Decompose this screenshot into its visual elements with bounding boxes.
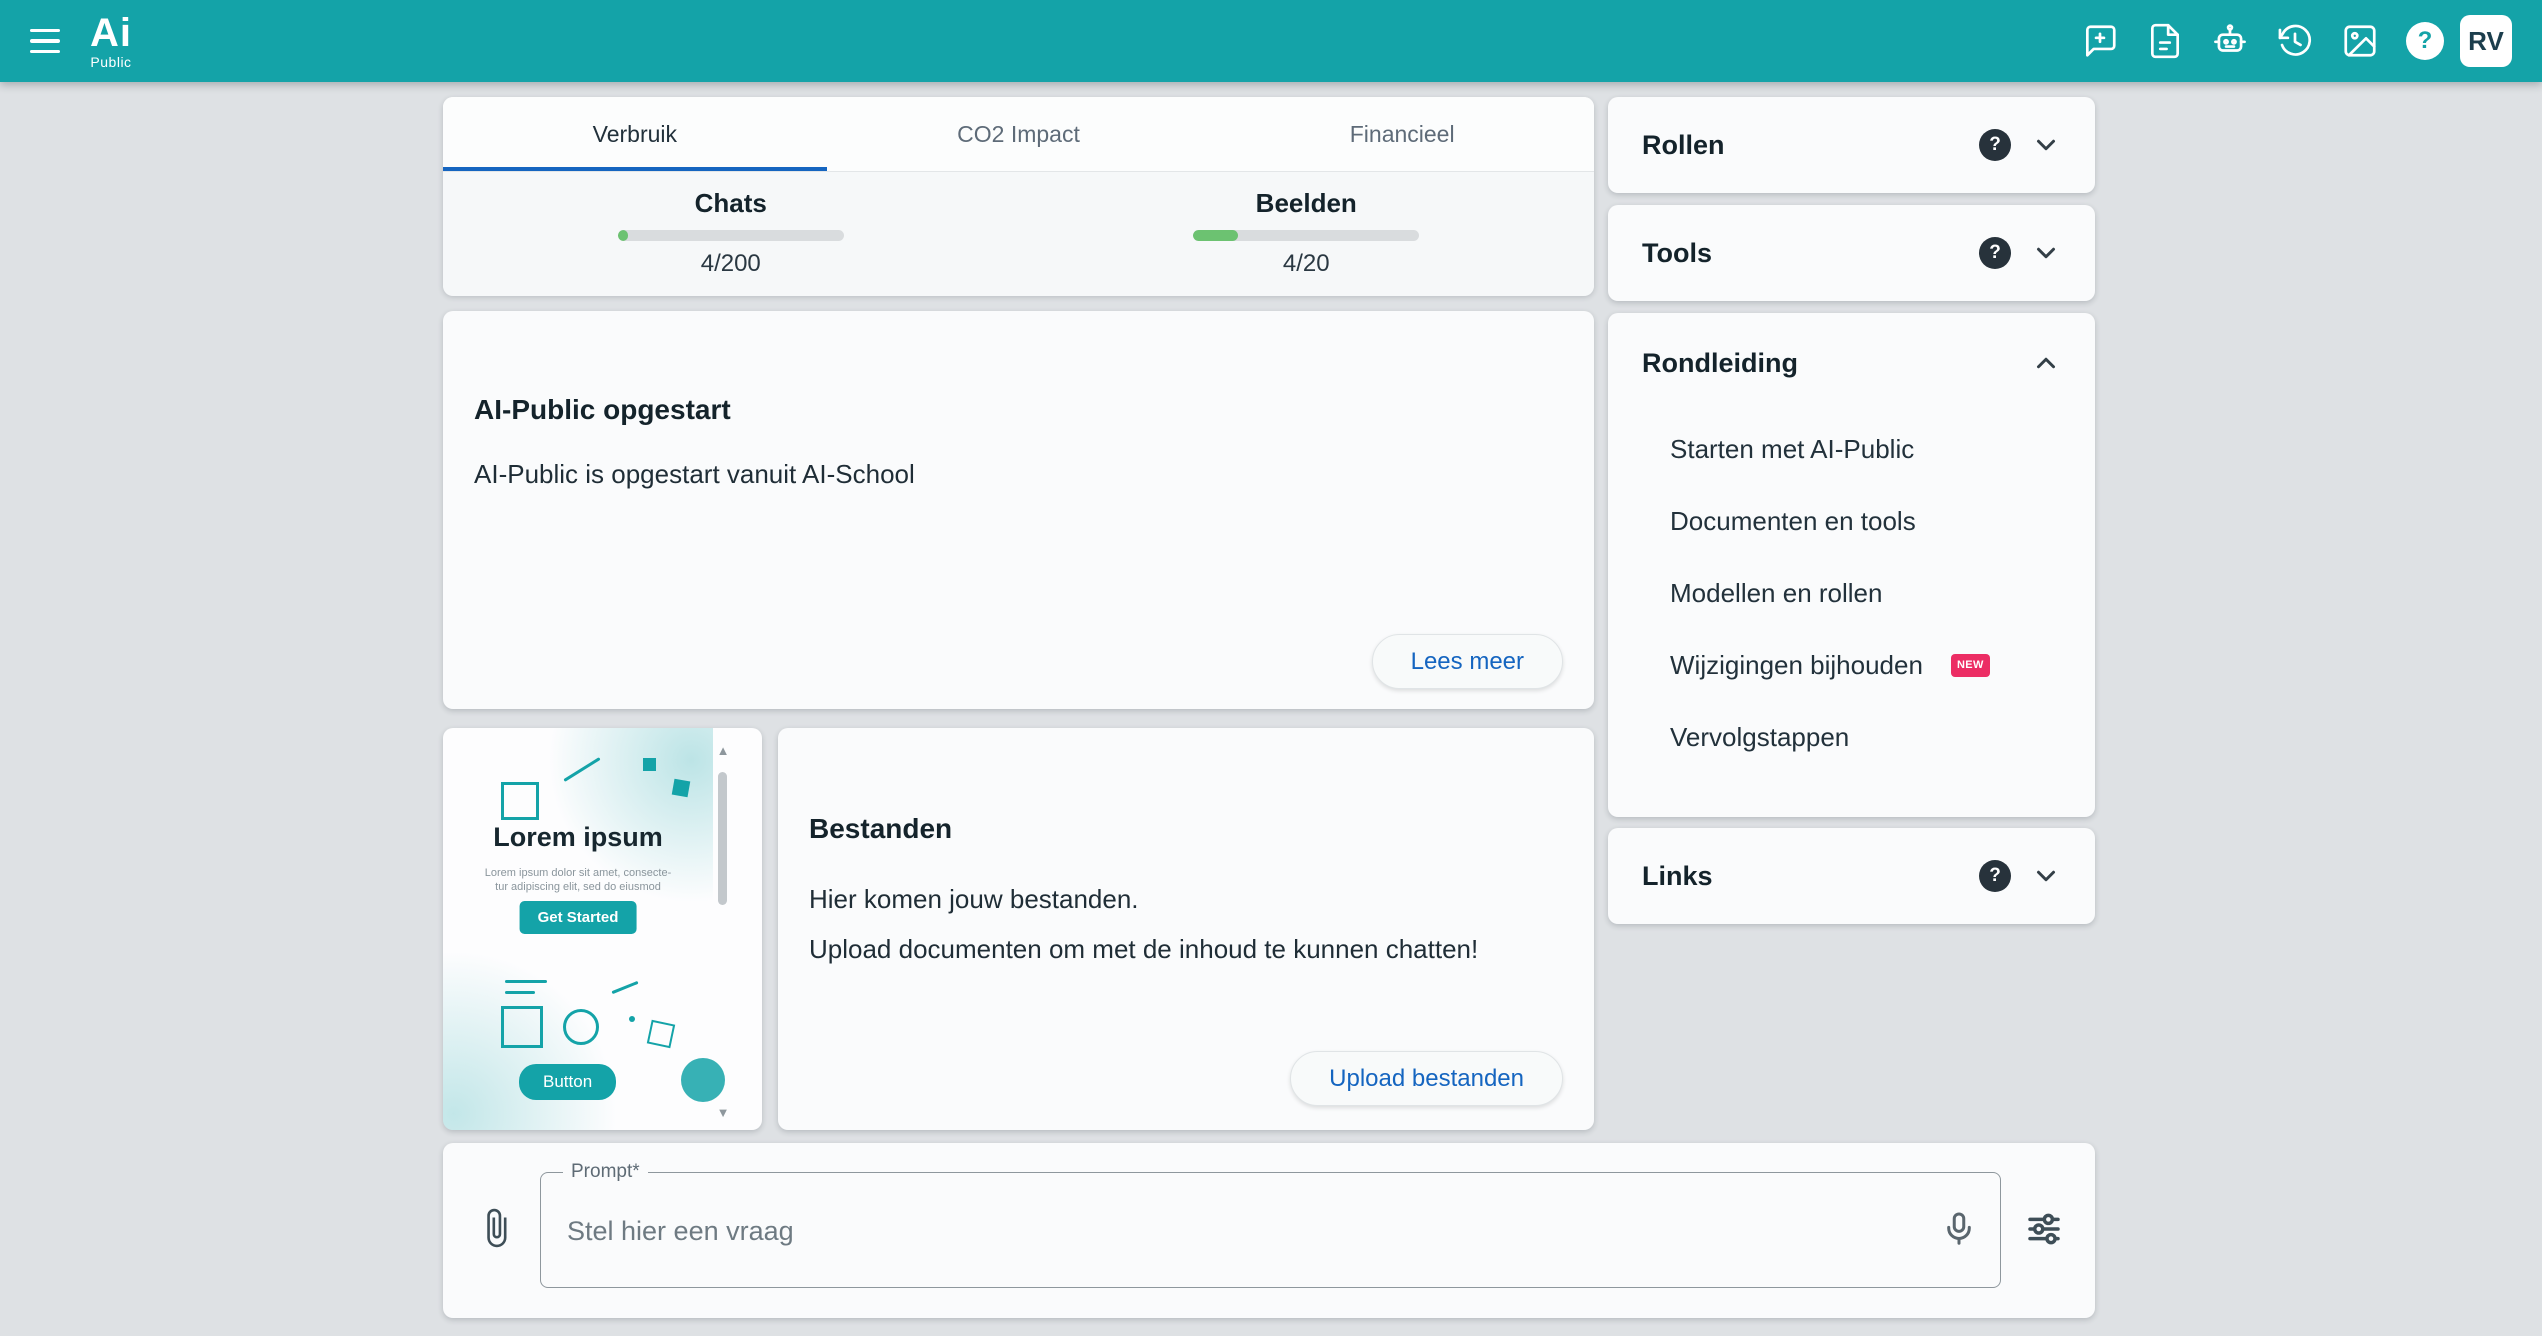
links-header[interactable]: Links ? xyxy=(1608,828,2095,924)
tour-item-label: Wijzigingen bijhouden xyxy=(1670,650,1923,681)
rollen-header[interactable]: Rollen ? xyxy=(1608,97,2095,193)
poster-decoration-dot xyxy=(629,1016,635,1022)
tools-header[interactable]: Tools ? xyxy=(1608,205,2095,301)
logo-subtext: Public xyxy=(90,55,131,69)
poster-button[interactable]: Button xyxy=(519,1064,616,1100)
links-title: Links xyxy=(1642,861,1979,892)
poster-decoration-square-outline xyxy=(501,782,539,820)
prompt-input[interactable] xyxy=(565,1173,1909,1289)
usage-stats: Chats 4/200 Beelden 4/20 xyxy=(443,172,1594,296)
app-logo[interactable]: Ai Public xyxy=(90,13,132,69)
tour-item-wijzigingen[interactable]: Wijzigingen bijhouden NEW xyxy=(1608,629,2095,701)
tools-section: Tools ? xyxy=(1608,205,2095,301)
app-header: Ai Public ? RV xyxy=(0,0,2542,82)
logo-text: Ai xyxy=(90,13,132,53)
chats-value: 4/200 xyxy=(701,250,761,278)
tour-item-label: Modellen en rollen xyxy=(1670,578,1882,609)
chevron-down-icon[interactable] xyxy=(2031,861,2061,891)
tour-item-label: Documenten en tools xyxy=(1670,506,1916,537)
tour-item-label: Starten met AI-Public xyxy=(1670,434,1914,465)
poster-title: Lorem ipsum xyxy=(443,822,713,853)
new-chat-icon[interactable] xyxy=(2079,20,2121,62)
history-icon[interactable] xyxy=(2274,20,2316,62)
prompt-bar: Prompt* xyxy=(443,1143,2095,1318)
files-title: Bestanden xyxy=(809,813,952,845)
poster-decoration-line xyxy=(563,757,600,782)
poster-decoration-line xyxy=(611,981,638,994)
scroll-up-icon[interactable]: ▲ xyxy=(717,742,730,760)
new-badge: NEW xyxy=(1951,654,1990,677)
rondleiding-header[interactable]: Rondleiding xyxy=(1608,313,2095,413)
help-glyph: ? xyxy=(2406,22,2444,60)
files-card: Bestanden Hier komen jouw bestanden. Upl… xyxy=(778,728,1594,1130)
poster-decoration-square-outline xyxy=(647,1020,675,1048)
upload-bestanden-button[interactable]: Upload bestanden xyxy=(1290,1051,1563,1106)
rollen-help-icon[interactable]: ? xyxy=(1979,129,2011,161)
beelden-progress-bar xyxy=(1193,230,1419,241)
tab-co2-impact[interactable]: CO2 Impact xyxy=(827,97,1211,171)
documents-icon[interactable] xyxy=(2144,20,2186,62)
chats-label: Chats xyxy=(695,188,767,219)
tour-item-starten[interactable]: Starten met AI-Public xyxy=(1608,413,2095,485)
get-started-button[interactable]: Get Started xyxy=(520,901,637,934)
poster-decoration-line xyxy=(505,980,547,983)
chevron-down-icon[interactable] xyxy=(2031,238,2061,268)
rondleiding-title: Rondleiding xyxy=(1642,348,2031,379)
poster-decoration-square-outline xyxy=(501,1006,543,1048)
beelden-progress-fill xyxy=(1193,230,1238,241)
tour-item-vervolgstappen[interactable]: Vervolgstappen xyxy=(1608,701,2095,773)
files-text-line2: Upload documenten om met de inhoud te ku… xyxy=(809,934,1478,965)
robot-icon[interactable] xyxy=(2209,20,2251,62)
scroll-down-icon[interactable]: ▼ xyxy=(717,1104,730,1122)
beelden-label: Beelden xyxy=(1256,188,1357,219)
scrollbar-track[interactable] xyxy=(718,760,728,1104)
help-icon[interactable]: ? xyxy=(2404,20,2446,62)
header-actions: ? xyxy=(2079,20,2446,62)
tools-title: Tools xyxy=(1642,238,1979,269)
news-title: AI-Public opgestart xyxy=(474,394,731,426)
microphone-icon[interactable] xyxy=(1936,1207,1982,1253)
gallery-icon[interactable] xyxy=(2339,20,2381,62)
links-section: Links ? xyxy=(1608,828,2095,924)
poster-preview: Lorem ipsum Lorem ipsum dolor sit amet, … xyxy=(443,728,713,1130)
rollen-title: Rollen xyxy=(1642,130,1979,161)
chevron-down-icon[interactable] xyxy=(2031,130,2061,160)
user-avatar[interactable]: RV xyxy=(2460,15,2512,67)
lees-meer-button[interactable]: Lees meer xyxy=(1372,634,1563,689)
chevron-up-icon[interactable] xyxy=(2031,348,2061,378)
app-screen: Ai Public ? RV xyxy=(0,0,2542,1336)
news-card: AI-Public opgestart AI-Public is opgesta… xyxy=(443,311,1594,709)
chats-progress-bar xyxy=(618,230,844,241)
rollen-section: Rollen ? xyxy=(1608,97,2095,193)
poster-decoration-square xyxy=(672,779,691,798)
usage-card: Verbruik CO2 Impact Financieel Chats 4/2… xyxy=(443,97,1594,295)
tour-item-documenten[interactable]: Documenten en tools xyxy=(1608,485,2095,557)
hamburger-menu-icon[interactable] xyxy=(22,16,72,66)
chats-progress-fill xyxy=(618,230,628,241)
tab-financieel[interactable]: Financieel xyxy=(1210,97,1594,171)
tour-item-label: Vervolgstappen xyxy=(1670,722,1849,753)
tune-settings-icon[interactable] xyxy=(2020,1206,2068,1254)
poster-card[interactable]: Lorem ipsum Lorem ipsum dolor sit amet, … xyxy=(443,728,762,1130)
poster-subtitle: Lorem ipsum dolor sit amet, consecte- tu… xyxy=(443,866,713,894)
scrollbar-thumb[interactable] xyxy=(718,772,727,905)
links-help-icon[interactable]: ? xyxy=(1979,860,2011,892)
chats-usage: Chats 4/200 xyxy=(443,172,1019,296)
files-text-line1: Hier komen jouw bestanden. xyxy=(809,884,1139,915)
tools-help-icon[interactable]: ? xyxy=(1979,237,2011,269)
poster-decoration-square xyxy=(643,758,656,771)
tour-item-modellen[interactable]: Modellen en rollen xyxy=(1608,557,2095,629)
beelden-value: 4/20 xyxy=(1283,250,1330,278)
poster-scrollbar[interactable]: ▲ ▼ xyxy=(715,742,731,1122)
prompt-field: Prompt* xyxy=(540,1172,2001,1288)
beelden-usage: Beelden 4/20 xyxy=(1019,172,1595,296)
usage-tabs: Verbruik CO2 Impact Financieel xyxy=(443,97,1594,172)
news-body: AI-Public is opgestart vanuit AI-School xyxy=(474,459,915,490)
poster-decoration-line xyxy=(505,991,535,994)
attach-file-icon[interactable] xyxy=(472,1205,520,1253)
tab-verbruik[interactable]: Verbruik xyxy=(443,97,827,171)
poster-decoration-circle-outline xyxy=(563,1009,599,1045)
rondleiding-section: Rondleiding Starten met AI-Public Docume… xyxy=(1608,313,2095,817)
